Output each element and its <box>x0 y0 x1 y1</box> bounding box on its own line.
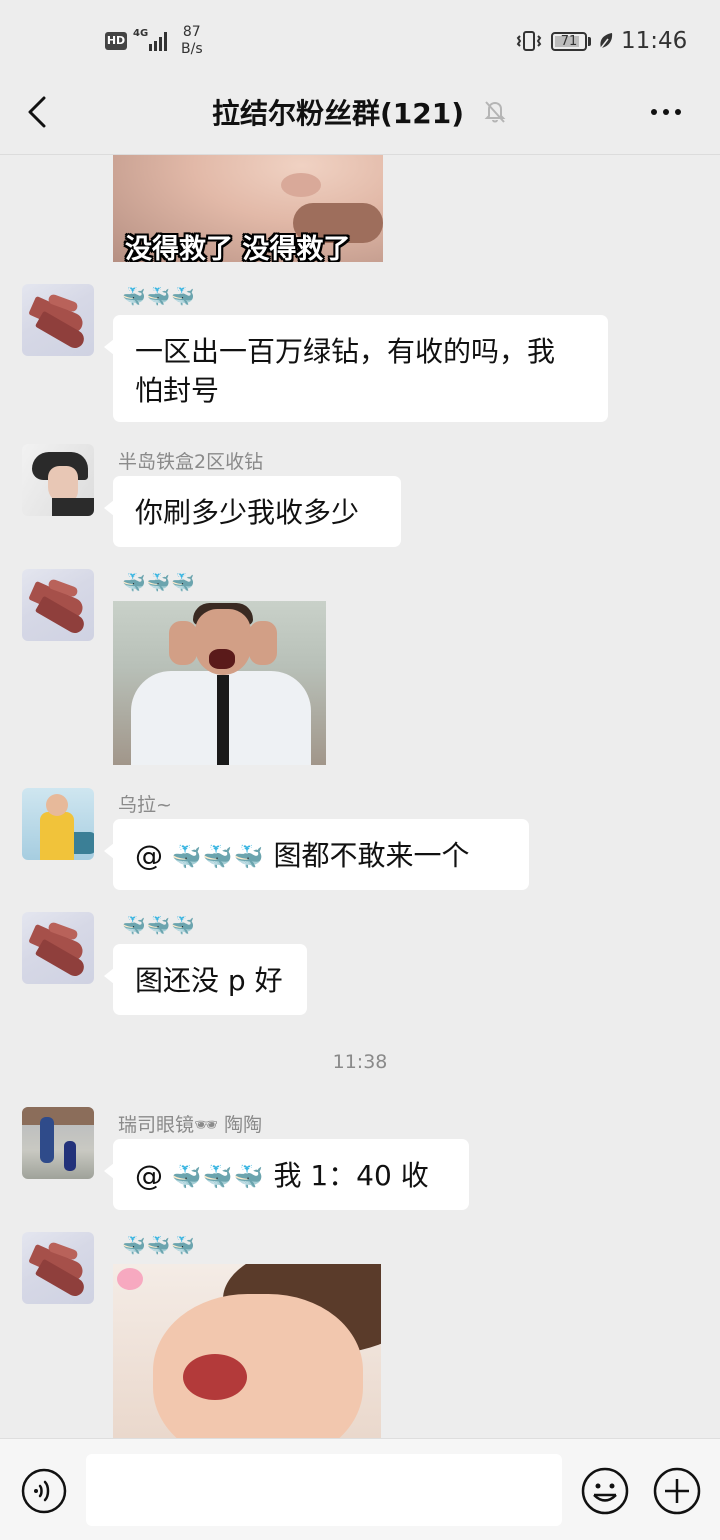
sender-name: 乌拉~ <box>118 794 172 816</box>
avatar[interactable] <box>22 912 94 984</box>
battery-icon: 71 <box>551 32 587 51</box>
chat-header: 拉结尔粉丝群(121) <box>0 80 720 155</box>
more-icon[interactable] <box>644 94 688 130</box>
laughing-baby-sticker[interactable] <box>113 1264 381 1438</box>
hd-badge: HD <box>105 32 127 50</box>
mention-name[interactable]: 🐳🐳🐳 <box>172 1163 265 1191</box>
crying-baby-sticker[interactable]: 没得救了 没得救了 <box>113 155 383 262</box>
sticker-caption: 没得救了 没得救了 <box>125 234 351 262</box>
clock: 11:46 <box>621 28 688 54</box>
message-text: 我 1：40 收 <box>273 1159 429 1192</box>
message-bubble[interactable]: @ 🐳🐳🐳 我 1：40 收 <box>104 1139 469 1210</box>
mention-symbol: @ <box>135 1159 163 1192</box>
avatar[interactable] <box>22 569 94 641</box>
leaf-icon <box>600 33 613 49</box>
sender-name: 🐳🐳🐳 <box>122 1235 196 1257</box>
chat-title: 拉结尔粉丝群(121) <box>212 97 465 130</box>
vibrate-icon <box>516 31 542 51</box>
input-bar <box>0 1438 720 1540</box>
message-text: 图还没 p 好 <box>135 964 283 997</box>
avatar[interactable] <box>22 788 94 860</box>
avatar[interactable] <box>22 284 94 356</box>
emoji-icon[interactable] <box>580 1466 630 1516</box>
message-text: 你刷多少我收多少 <box>135 496 360 529</box>
message-list[interactable]: 没得救了 没得救了 🐳🐳🐳 一区出一百万绿钻，有收的吗，我 怕封号 半岛铁盒2区… <box>0 155 720 1438</box>
avatar[interactable] <box>22 1232 94 1304</box>
message-input[interactable] <box>86 1454 562 1526</box>
message-bubble[interactable]: 你刷多少我收多少 <box>104 476 401 547</box>
voice-icon[interactable] <box>20 1467 68 1515</box>
mention-name[interactable]: 🐳🐳🐳 <box>172 843 265 871</box>
sender-name: 🐳🐳🐳 <box>122 286 196 308</box>
laughing-man-gif[interactable] <box>113 601 326 765</box>
message-text: 图都不敢来一个 <box>273 839 470 872</box>
time-divider: 11:38 <box>332 1051 388 1073</box>
network-type: 4G <box>133 28 149 39</box>
sender-name: 🐳🐳🐳 <box>122 915 196 937</box>
message-line: 怕封号 <box>135 374 220 407</box>
message-bubble[interactable]: @ 🐳🐳🐳 图都不敢来一个 <box>104 819 529 890</box>
back-icon[interactable] <box>18 92 58 132</box>
avatar[interactable] <box>22 444 94 516</box>
sender-name: 瑞司眼镜🕶 陶陶 <box>118 1114 263 1136</box>
mention-symbol: @ <box>135 839 163 872</box>
status-bar: HD 4G 87 B/s 71 11:46 <box>0 0 720 80</box>
message-bubble[interactable]: 一区出一百万绿钻，有收的吗，我 怕封号 <box>104 315 608 422</box>
avatar[interactable] <box>22 1107 94 1179</box>
message-line: 一区出一百万绿钻，有收的吗，我 <box>135 335 556 368</box>
sender-name: 半岛铁盒2区收钻 <box>118 451 264 473</box>
signal-icon <box>149 32 167 51</box>
network-speed: 87 B/s <box>181 24 203 57</box>
sticker-face <box>281 173 321 197</box>
plus-icon[interactable] <box>652 1466 702 1516</box>
battery-tip <box>588 37 591 46</box>
mute-bell-icon <box>484 101 506 123</box>
message-bubble[interactable]: 图还没 p 好 <box>104 944 307 1015</box>
sender-name: 🐳🐳🐳 <box>122 572 196 594</box>
